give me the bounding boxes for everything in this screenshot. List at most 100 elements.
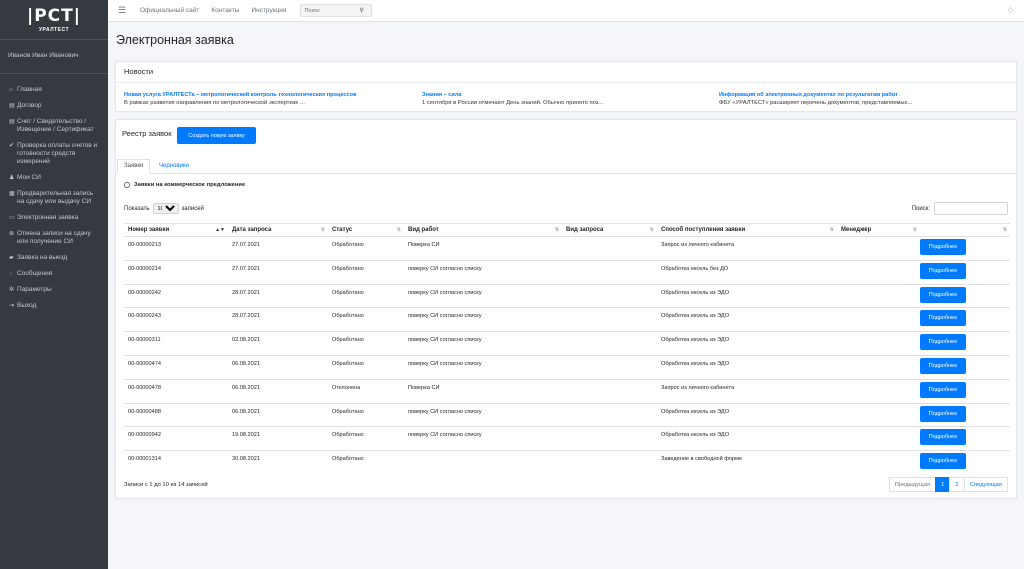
sidebar-item[interactable]: ✔ Проверка оплаты счетов и готовности сре… [0, 138, 108, 170]
sidebar-item[interactable]: ◌ Сообщения [0, 266, 108, 282]
table-cell [837, 283, 920, 308]
column-header[interactable]: Вид работ ⇅ [404, 223, 562, 237]
details-button[interactable]: Подробнее [920, 453, 966, 470]
sort-icon: ⇅ [320, 227, 325, 233]
sidebar-item[interactable]: ▦ Предварительная запись на сдачу или выд… [0, 186, 108, 210]
details-button[interactable]: Подробнее [920, 381, 966, 398]
table-cell-action: Подробнее [920, 236, 1010, 261]
page-length: Показать 10 записей [124, 203, 204, 214]
commercial-offer-checkbox[interactable] [124, 182, 130, 188]
tab-requests[interactable]: Заявки [117, 159, 151, 174]
news-link[interactable]: Знания – сила [422, 92, 712, 98]
table-cell: поверку СИ согласно списку [404, 307, 562, 332]
sort-asc-icon: ▲▼ [215, 227, 225, 233]
table-cell: поверку СИ согласно списку [404, 331, 562, 356]
table-cell-action: Подробнее [920, 259, 1010, 285]
sidebar-item[interactable]: ✲ Параметры [0, 282, 108, 298]
sidebar-item[interactable]: ⌂ Главная [0, 82, 108, 98]
brand-logo[interactable]: |PCT| УРАЛТЕСТ [0, 0, 108, 40]
filter-input[interactable] [934, 202, 1008, 215]
details-button[interactable]: Подробнее [920, 262, 966, 279]
table-cell [562, 259, 657, 285]
form-icon: ▭ [9, 215, 15, 221]
pagination-page-2[interactable]: 2 [949, 477, 965, 492]
details-button[interactable]: Подробнее [920, 405, 966, 422]
table-cell: 27.07.2021 [228, 259, 328, 285]
sidebar: |PCT| УРАЛТЕСТ Иванов Иван Иванович ⌂ Гла… [0, 0, 108, 569]
column-header[interactable]: Менеджер ⇅ [837, 223, 920, 237]
create-request-button[interactable]: Создать новую заявку [177, 127, 256, 144]
column-header[interactable]: ⇅ [920, 223, 1010, 237]
table-cell: Запрос из личного кабинета [657, 378, 837, 404]
sidebar-item[interactable]: ⇥ Выход [0, 298, 108, 314]
column-header[interactable]: Дата запроса ⇅ [228, 223, 328, 237]
table-cell [562, 450, 657, 475]
sort-icon: ⇅ [912, 227, 917, 233]
pagination-prev[interactable]: Предыдущая [888, 477, 937, 492]
table-cell: Обработано [328, 259, 404, 285]
table-cell [837, 354, 920, 380]
column-header-label: Дата запроса [232, 227, 272, 233]
sidebar-item[interactable]: ⊗ Отмена записи на сдачу или получение СИ [0, 226, 108, 250]
column-header[interactable]: Вид запроса ⇅ [562, 223, 657, 237]
nav-link-instruction[interactable]: Инструкция [251, 7, 286, 14]
details-button[interactable]: Подробнее [920, 334, 966, 351]
table-cell: Отклонена [328, 378, 404, 404]
sidebar-item[interactable]: ▭ Электронная заявка [0, 210, 108, 226]
details-button[interactable]: Подробнее [920, 286, 966, 303]
sidebar-item-label: Выход [17, 302, 37, 309]
pagination-page-1[interactable]: 1 [935, 477, 951, 492]
topbar: ☰ Официальный сайт Контакты Инструкция ⚲… [108, 0, 1024, 22]
table-cell-action: Подробнее [920, 402, 1010, 427]
table-cell [837, 378, 920, 404]
table-cell [837, 259, 920, 285]
sidebar-item[interactable]: ▤ Счет / Свидетельство / Извещение / Серт… [0, 114, 108, 138]
sidebar-item[interactable]: ♟ Мои СИ [0, 170, 108, 186]
tabs: Заявки Черновики [116, 157, 1016, 174]
details-button[interactable]: Подробнее [920, 239, 966, 255]
table-cell-action: Подробнее [920, 426, 1010, 451]
table-cell: Обработано [328, 402, 404, 427]
news-item: Информация об электронных документах по … [719, 92, 1009, 106]
column-header-label: Способ поступления заявки [661, 227, 746, 233]
table-cell: 00-00000243 [124, 307, 228, 332]
table-cell: 00-00000478 [124, 378, 228, 404]
tab-drafts[interactable]: Черновики [152, 159, 196, 174]
table-cell: 06.08.2021 [228, 402, 328, 427]
table-cell: Обработано [328, 307, 404, 332]
pagination-next[interactable]: Следующая [963, 477, 1008, 492]
news-link[interactable]: Новая услуга УРАЛТЕСТа – метрологический… [124, 92, 414, 98]
table-cell [562, 378, 657, 404]
table-cell [837, 307, 920, 332]
user-icon: ♟ [9, 175, 15, 181]
table-cell: 00-00001314 [124, 450, 228, 475]
menu-toggle-icon[interactable]: ☰ [118, 5, 128, 16]
details-button[interactable]: Подробнее [920, 357, 966, 374]
table-cell: Обработано [328, 236, 404, 261]
bell-icon[interactable]: ♢ [1007, 6, 1014, 15]
sidebar-item-label: Параметры [17, 286, 52, 293]
column-header[interactable]: Способ поступления заявки ⇅ [657, 223, 837, 237]
column-header[interactable]: Номер заявки ▲▼ [124, 223, 228, 237]
details-button[interactable]: Подробнее [920, 310, 966, 327]
sidebar-item-label: Заявка на выезд [17, 254, 68, 261]
sidebar-item[interactable]: ▰ Заявка на выезд [0, 250, 108, 266]
table-row: 00-00000213 27.07.2021 Обработано Поверка С… [124, 236, 1010, 261]
car-icon: ▰ [9, 255, 14, 261]
table-row: 00-00000488 06.08.2021 Обработано поверку С… [124, 402, 1010, 427]
table-cell: 00-00000242 [124, 283, 228, 308]
details-button[interactable]: Подробнее [920, 429, 966, 446]
table-cell: 27.07.2021 [228, 236, 328, 261]
sidebar-item-label: Проверка оплаты счетов и готовности сред… [17, 142, 98, 165]
search-icon[interactable]: ⚲ [359, 7, 363, 14]
user-name[interactable]: Иванов Иван Иванович [0, 40, 108, 74]
column-header[interactable]: Статус ⇅ [328, 223, 404, 237]
nav-link-official-site[interactable]: Официальный сайт [140, 7, 199, 14]
search-input[interactable] [301, 7, 360, 14]
calendar-icon: ▦ [9, 191, 15, 197]
commercial-offer-label: Заявки на коммерческое предложение [134, 182, 246, 188]
news-link[interactable]: Информация об электронных документах по … [719, 92, 1009, 98]
sidebar-item[interactable]: ▤ Договор [0, 98, 108, 114]
nav-link-contacts[interactable]: Контакты [211, 7, 239, 14]
page-length-select[interactable]: 10 [152, 203, 179, 214]
